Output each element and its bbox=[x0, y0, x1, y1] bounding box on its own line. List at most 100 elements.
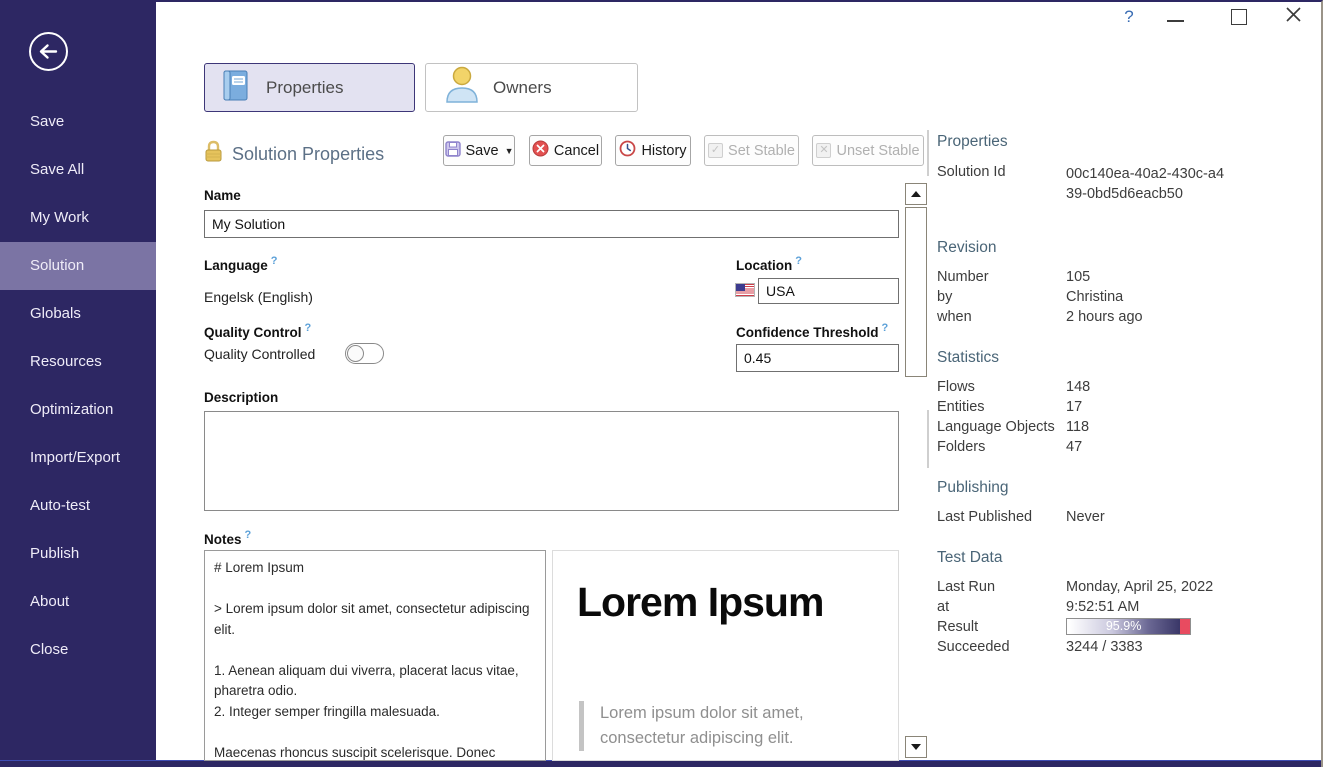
cancel-circle-icon bbox=[532, 140, 549, 161]
back-arrow-icon bbox=[28, 59, 69, 76]
us-flag-icon bbox=[735, 283, 755, 297]
history-clock-icon bbox=[619, 140, 636, 161]
panel-scroll-indicator bbox=[927, 410, 929, 468]
person-icon bbox=[444, 66, 481, 109]
cancel-button[interactable]: Cancel bbox=[529, 135, 602, 166]
sidebar-item-close[interactable]: Close bbox=[0, 626, 156, 674]
sidebar-item-my-work[interactable]: My Work bbox=[0, 194, 156, 242]
language-help-icon[interactable]: ? bbox=[271, 255, 278, 267]
last-run-value: Monday, April 25, 2022 bbox=[1066, 579, 1213, 595]
quality-controlled-toggle[interactable] bbox=[345, 343, 384, 364]
at-label: at bbox=[937, 599, 949, 615]
succeeded-value: 3244 / 3383 bbox=[1066, 639, 1143, 655]
language-label: Language? bbox=[204, 255, 278, 273]
revision-when-value: 2 hours ago bbox=[1066, 309, 1143, 325]
progress-percent-label: 95.9% bbox=[1067, 619, 1180, 634]
folders-label: Folders bbox=[937, 439, 985, 455]
solution-id-value: 00c140ea-40a2-430c-a439-0bd5d6eacb50 bbox=[1066, 164, 1226, 204]
maximize-icon bbox=[1231, 9, 1247, 25]
sidebar-item-import-export[interactable]: Import/Export bbox=[0, 434, 156, 482]
confidence-threshold-input[interactable] bbox=[736, 344, 899, 372]
sidebar-item-save[interactable]: Save bbox=[0, 98, 156, 146]
unset-stable-label: Unset Stable bbox=[836, 143, 919, 159]
minimize-icon bbox=[1167, 20, 1184, 22]
minimize-button[interactable] bbox=[1158, 2, 1192, 32]
sidebar-item-solution[interactable]: Solution bbox=[0, 242, 156, 290]
quality-control-label: Quality Control? bbox=[204, 322, 311, 340]
notes-preview-heading: Lorem Ipsum bbox=[577, 579, 898, 626]
close-button[interactable] bbox=[1276, 2, 1310, 32]
confidence-threshold-label: Confidence Threshold? bbox=[736, 322, 888, 340]
confidence-threshold-help-icon[interactable]: ? bbox=[882, 322, 889, 334]
statistics-section-header: Statistics bbox=[937, 349, 999, 367]
location-help-icon[interactable]: ? bbox=[795, 255, 802, 267]
sidebar-item-save-all[interactable]: Save All bbox=[0, 146, 156, 194]
sidebar: Save Save All My Work Solution Globals R… bbox=[0, 2, 156, 762]
panel-scroll-indicator bbox=[927, 130, 929, 176]
sidebar-nav: Save Save All My Work Solution Globals R… bbox=[0, 98, 156, 674]
entities-label: Entities bbox=[937, 399, 985, 415]
sidebar-item-globals[interactable]: Globals bbox=[0, 290, 156, 338]
revision-by-value: Christina bbox=[1066, 289, 1123, 305]
flows-value: 148 bbox=[1066, 379, 1090, 395]
properties-section-header: Properties bbox=[937, 133, 1008, 151]
toggle-knob bbox=[347, 345, 364, 362]
sidebar-item-optimization[interactable]: Optimization bbox=[0, 386, 156, 434]
location-input[interactable] bbox=[758, 278, 899, 304]
folders-value: 47 bbox=[1066, 439, 1082, 455]
solution-id-label: Solution Id bbox=[937, 164, 1006, 180]
name-label: Name bbox=[204, 188, 241, 203]
application-window: Save Save All My Work Solution Globals R… bbox=[0, 0, 1323, 767]
set-stable-button[interactable]: ✓ Set Stable bbox=[704, 135, 799, 166]
back-button[interactable] bbox=[28, 31, 69, 72]
tab-properties[interactable]: Properties bbox=[204, 63, 415, 112]
page-title: Solution Properties bbox=[232, 144, 384, 165]
revision-by-label: by bbox=[937, 289, 952, 305]
unset-stable-button[interactable]: ✕ Unset Stable bbox=[812, 135, 924, 166]
last-run-label: Last Run bbox=[937, 579, 995, 595]
sidebar-item-publish[interactable]: Publish bbox=[0, 530, 156, 578]
history-button[interactable]: History bbox=[615, 135, 691, 166]
language-objects-value: 118 bbox=[1066, 419, 1089, 435]
revision-number-value: 105 bbox=[1066, 269, 1090, 285]
revision-section-header: Revision bbox=[937, 239, 996, 257]
blockquote-bar bbox=[579, 701, 584, 751]
test-data-section-header: Test Data bbox=[937, 549, 1002, 567]
notes-markdown-preview: Lorem Ipsum Lorem ipsum dolor sit amet, … bbox=[552, 550, 899, 761]
scrollbar-up-button[interactable] bbox=[905, 183, 927, 205]
publishing-section-header: Publishing bbox=[937, 479, 1009, 497]
language-objects-label: Language Objects bbox=[937, 419, 1055, 435]
dropdown-caret-icon: ▼ bbox=[505, 146, 514, 156]
history-button-label: History bbox=[641, 143, 686, 159]
cancel-button-label: Cancel bbox=[554, 143, 599, 159]
lock-icon bbox=[204, 140, 223, 168]
notes-help-icon[interactable]: ? bbox=[245, 529, 252, 541]
notes-markdown-editor[interactable]: # Lorem Ipsum > Lorem ipsum dolor sit am… bbox=[204, 550, 546, 761]
tab-owners[interactable]: Owners bbox=[425, 63, 638, 112]
at-value: 9:52:51 AM bbox=[1066, 599, 1139, 615]
sidebar-item-about[interactable]: About bbox=[0, 578, 156, 626]
window-bottom-border bbox=[0, 760, 1321, 767]
book-icon bbox=[223, 70, 248, 106]
description-textarea[interactable] bbox=[204, 411, 899, 511]
help-button[interactable]: ? bbox=[1120, 7, 1138, 27]
name-input[interactable] bbox=[204, 210, 899, 238]
x-box-icon: ✕ bbox=[816, 143, 831, 158]
maximize-button[interactable] bbox=[1222, 2, 1256, 32]
sidebar-item-auto-test[interactable]: Auto-test bbox=[0, 482, 156, 530]
set-stable-label: Set Stable bbox=[728, 143, 795, 159]
result-progress-bar: 95.9% bbox=[1066, 618, 1191, 635]
scrollbar-thumb[interactable] bbox=[905, 207, 927, 377]
save-button-label: Save bbox=[466, 143, 499, 159]
description-label: Description bbox=[204, 390, 278, 405]
save-button[interactable]: Save ▼ bbox=[443, 135, 515, 166]
revision-when-label: when bbox=[937, 309, 972, 325]
entities-value: 17 bbox=[1066, 399, 1082, 415]
notes-preview-blockquote: Lorem ipsum dolor sit amet, consectetur … bbox=[579, 701, 850, 751]
scroll-up-icon bbox=[911, 191, 921, 197]
result-label: Result bbox=[937, 619, 978, 635]
check-icon: ✓ bbox=[708, 143, 723, 158]
scrollbar-down-button[interactable] bbox=[905, 736, 927, 758]
quality-control-help-icon[interactable]: ? bbox=[305, 322, 312, 334]
sidebar-item-resources[interactable]: Resources bbox=[0, 338, 156, 386]
